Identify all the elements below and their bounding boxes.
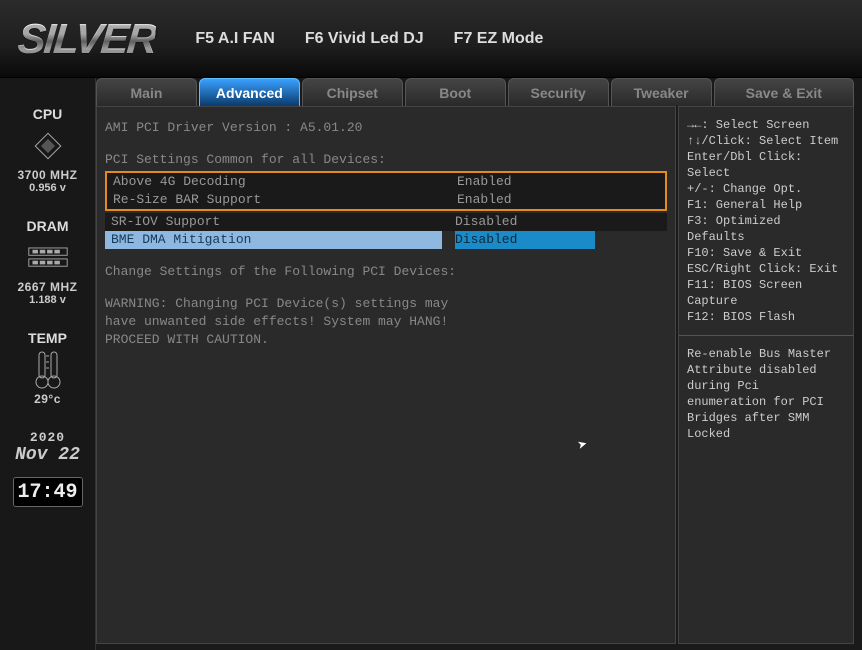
help-line: F12: BIOS Flash	[687, 309, 845, 325]
tab-bar: Main Advanced Chipset Boot Security Twea…	[96, 78, 854, 106]
help-line: Enter/Dbl Click: Select	[687, 149, 845, 181]
help-description: Re-enable Bus Master Attribute disabled …	[687, 346, 845, 442]
dram-label: DRAM	[0, 218, 95, 234]
setting-sriov[interactable]: SR-IOV Support Disabled	[105, 213, 667, 231]
brand-logo: SILVER	[16, 15, 158, 63]
tab-chipset[interactable]: Chipset	[302, 78, 403, 106]
fkey-hints: F5 A.I FAN F6 Vivid Led DJ F7 EZ Mode	[195, 30, 543, 48]
warning-line-3: PROCEED WITH CAUTION.	[105, 331, 667, 349]
top-bar: SILVER F5 A.I FAN F6 Vivid Led DJ F7 EZ …	[0, 0, 862, 78]
tab-tweaker[interactable]: Tweaker	[611, 78, 712, 106]
setting-label: Above 4G Decoding	[107, 173, 457, 191]
temp-label: TEMP	[0, 330, 95, 346]
temp-block: TEMP 29°c	[0, 330, 95, 406]
tab-advanced[interactable]: Advanced	[199, 78, 300, 106]
help-line: F11: BIOS Screen Capture	[687, 277, 845, 309]
setting-value: Disabled	[455, 213, 595, 231]
date-year: 2020	[0, 430, 95, 445]
help-line: F1: General Help	[687, 197, 845, 213]
setting-label: SR-IOV Support	[105, 213, 455, 231]
help-line: F3: Optimized Defaults	[687, 213, 845, 245]
dram-volt: 1.188 v	[0, 294, 95, 306]
help-line: →←: Select Screen	[687, 117, 845, 133]
dram-freq: 2667 MHZ	[0, 280, 95, 294]
main-panel: AMI PCI Driver Version : A5.01.20 PCI Se…	[96, 106, 676, 644]
help-panel: →←: Select Screen ↑↓/Click: Select Item …	[678, 106, 854, 644]
tab-security[interactable]: Security	[508, 78, 609, 106]
dram-icon	[27, 242, 69, 274]
cpu-icon	[27, 130, 69, 162]
dram-block: DRAM 2667 MHZ 1.188 v	[0, 218, 95, 306]
change-settings-header: Change Settings of the Following PCI Dev…	[105, 263, 667, 281]
temp-value: 29°c	[0, 392, 95, 406]
driver-version: AMI PCI Driver Version : A5.01.20	[105, 119, 667, 137]
section-header: PCI Settings Common for all Devices:	[105, 151, 667, 169]
tab-boot[interactable]: Boot	[405, 78, 506, 106]
fkey-f7[interactable]: F7 EZ Mode	[454, 30, 544, 48]
setting-value: Disabled	[455, 231, 595, 249]
thermometer-icon	[27, 354, 69, 386]
setting-value: Enabled	[457, 173, 597, 191]
tab-main[interactable]: Main	[96, 78, 197, 106]
cpu-block: CPU 3700 MHZ 0.956 v	[0, 106, 95, 194]
help-line: F10: Save & Exit	[687, 245, 845, 261]
setting-bme-dma[interactable]: BME DMA Mitigation Disabled	[105, 231, 667, 249]
date-monthday: Nov 22	[0, 445, 95, 465]
help-line: ESC/Right Click: Exit	[687, 261, 845, 277]
warning-line-2: have unwanted side effects! System may H…	[105, 313, 667, 331]
fkey-f6[interactable]: F6 Vivid Led DJ	[305, 30, 424, 48]
setting-label: Re-Size BAR Support	[107, 191, 457, 209]
date-block: 2020 Nov 22	[0, 430, 95, 465]
tab-save-exit[interactable]: Save & Exit	[714, 78, 854, 106]
cpu-freq: 3700 MHZ	[0, 168, 95, 182]
warning-line-1: WARNING: Changing PCI Device(s) settings…	[105, 295, 667, 313]
clock: 17:49	[13, 477, 83, 507]
help-line: +/-: Change Opt.	[687, 181, 845, 197]
cpu-volt: 0.956 v	[0, 182, 95, 194]
help-line: ↑↓/Click: Select Item	[687, 133, 845, 149]
setting-resize-bar[interactable]: Re-Size BAR Support Enabled	[107, 191, 665, 209]
setting-above-4g[interactable]: Above 4G Decoding Enabled	[107, 173, 665, 191]
fkey-f5[interactable]: F5 A.I FAN	[195, 30, 274, 48]
setting-label: BME DMA Mitigation	[105, 231, 455, 249]
highlighted-settings: Above 4G Decoding Enabled Re-Size BAR Su…	[105, 171, 667, 211]
status-sidebar: CPU 3700 MHZ 0.956 v DRAM 2667 MHZ 1.188…	[0, 78, 96, 650]
setting-value: Enabled	[457, 191, 597, 209]
cpu-label: CPU	[0, 106, 95, 122]
